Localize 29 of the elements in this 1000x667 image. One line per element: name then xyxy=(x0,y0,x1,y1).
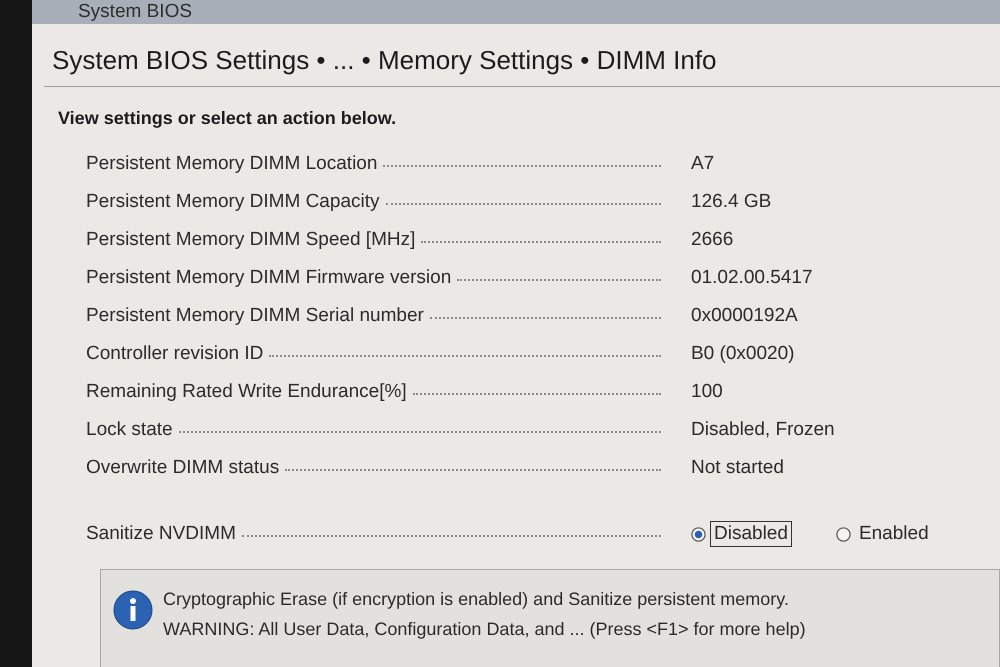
help-text: WARNING: All User Data, Configuration Data, and ... (Press <F1> for more help) xyxy=(163,618,806,641)
instruction-text: View settings or select an action below. xyxy=(58,107,396,129)
setting-label: Remaining Rated Write Endurance[%] xyxy=(86,381,407,403)
radio-icon[interactable] xyxy=(836,526,851,542)
setting-value: 0x0000192A xyxy=(691,305,798,327)
setting-label: Controller revision ID xyxy=(86,343,264,365)
setting-label: Lock state xyxy=(86,419,173,441)
setting-label: Persistent Memory DIMM Firmware version xyxy=(86,267,452,289)
setting-value: 2666 xyxy=(691,229,734,251)
setting-label: Overwrite DIMM status xyxy=(86,457,280,479)
help-text: Cryptographic Erase (if encryption is enabled) and Sanitize persistent memory. xyxy=(163,588,790,611)
setting-value: 126.4 GB xyxy=(691,191,772,213)
setting-value: B0 (0x0020) xyxy=(691,343,795,365)
header-title: System BIOS xyxy=(78,1,192,23)
radio-icon[interactable] xyxy=(691,526,706,542)
radio-option-label[interactable]: Enabled xyxy=(854,521,933,547)
setting-label: Persistent Memory DIMM Serial number xyxy=(86,305,424,327)
radio-option-label[interactable]: Disabled xyxy=(710,521,792,547)
setting-value: Not started xyxy=(691,457,784,479)
setting-label: Persistent Memory DIMM Speed [MHz] xyxy=(86,229,416,251)
setting-value: 01.02.00.5417 xyxy=(691,267,813,289)
breadcrumb: System BIOS Settings • ... • Memory Settings • DIMM Info xyxy=(52,44,716,76)
setting-label: Persistent Memory DIMM Capacity xyxy=(86,191,380,213)
setting-value: 100 xyxy=(691,381,723,403)
setting-label: Persistent Memory DIMM Location xyxy=(86,153,378,175)
setting-value: A7 xyxy=(691,153,714,175)
setting-label: Sanitize NVDIMM xyxy=(86,523,236,545)
info-icon xyxy=(113,590,153,630)
setting-value: Disabled, Frozen xyxy=(691,419,835,441)
